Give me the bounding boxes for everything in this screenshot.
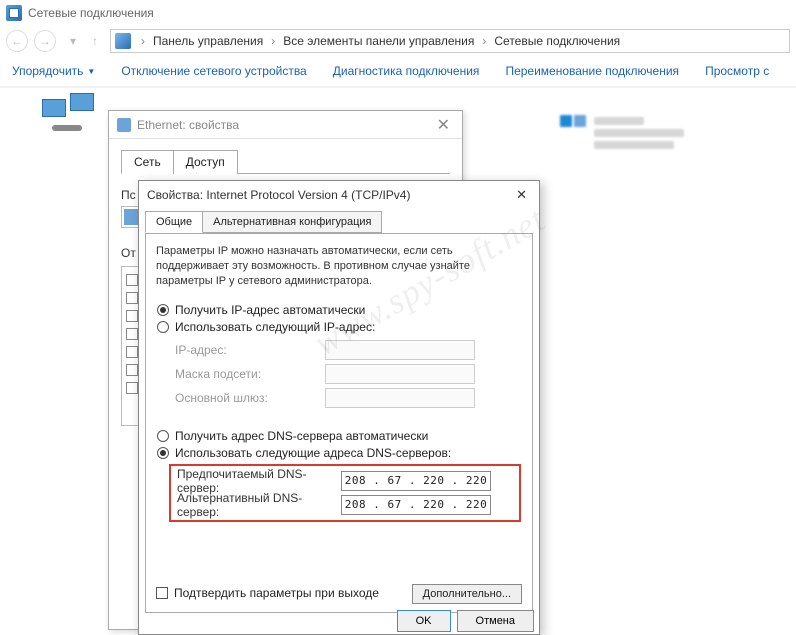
diagnose-button[interactable]: Диагностика подключения [333, 64, 480, 78]
subnet-mask-input [325, 364, 475, 384]
advanced-button[interactable]: Дополнительно... [412, 584, 522, 604]
alternate-dns-input[interactable]: 208 . 67 . 220 . 220 [341, 495, 491, 515]
alternate-dns-label: Альтернативный DNS-сервер: [177, 491, 341, 519]
gateway-label: Основной шлюз: [175, 391, 325, 405]
tab-general[interactable]: Общие [145, 211, 203, 233]
radio-dns-auto[interactable]: Получить адрес DNS-сервера автоматически [157, 429, 521, 443]
second-adapter[interactable] [560, 115, 700, 155]
radio-icon [157, 430, 169, 442]
checkbox-icon [156, 587, 168, 599]
radio-icon [157, 304, 169, 316]
explorer-toolbar: Упорядочить▼ Отключение сетевого устройс… [0, 56, 796, 88]
ethernet-icon [117, 118, 131, 132]
intro-text: Параметры IP можно назначать автоматичес… [156, 244, 522, 289]
radio-ip-manual[interactable]: Использовать следующий IP-адрес: [157, 320, 521, 334]
disable-device-button[interactable]: Отключение сетевого устройства [121, 64, 306, 78]
dns-highlight-box: Предпочитаемый DNS-сервер: 208 . 67 . 22… [169, 464, 521, 522]
forward-button[interactable]: → [34, 30, 56, 52]
crumb-net[interactable]: Сетевые подключения [492, 34, 622, 48]
address-bar[interactable]: › Панель управления › Все элементы панел… [110, 29, 790, 53]
tab-access[interactable]: Доступ [173, 150, 238, 174]
ipv4-dialog-title: Свойства: Internet Protocol Version 4 (T… [147, 188, 512, 202]
gateway-input [325, 388, 475, 408]
network-icon [6, 5, 22, 21]
up-button[interactable]: ↑ [84, 30, 106, 52]
ip-address-input [325, 340, 475, 360]
validate-on-exit-checkbox[interactable]: Подтвердить параметры при выходе [156, 586, 379, 600]
view-status-button[interactable]: Просмотр с [705, 64, 769, 78]
crumb-cp[interactable]: Панель управления [151, 34, 265, 48]
explorer-navbar: ← → ▾ ↑ › Панель управления › Все элемен… [0, 26, 796, 56]
ethernet-adapter-icon[interactable] [42, 93, 94, 133]
recent-button[interactable]: ▾ [62, 30, 84, 52]
cancel-button[interactable]: Отмена [457, 610, 534, 632]
tab-network[interactable]: Сеть [121, 150, 174, 174]
radio-dns-manual[interactable]: Использовать следующие адреса DNS-сервер… [157, 446, 521, 460]
close-button[interactable]: ✕ [512, 187, 531, 203]
ipv4-properties-dialog: Свойства: Internet Protocol Version 4 (T… [138, 180, 540, 635]
close-button[interactable]: ✕ [433, 115, 454, 135]
explorer-titlebar: Сетевые подключения [0, 0, 796, 26]
ip-address-label: IP-адрес: [175, 343, 325, 357]
radio-ip-auto[interactable]: Получить IP-адрес автоматически [157, 303, 521, 317]
tab-alt-config[interactable]: Альтернативная конфигурация [202, 211, 382, 233]
ok-button[interactable]: OK [397, 610, 451, 632]
window-title: Сетевые подключения [28, 6, 154, 20]
subnet-mask-label: Маска подсети: [175, 367, 325, 381]
radio-icon [157, 447, 169, 459]
ethernet-window-title: Ethernet: свойства [137, 118, 433, 132]
organize-button[interactable]: Упорядочить▼ [12, 64, 95, 78]
back-button[interactable]: ← [6, 30, 28, 52]
control-panel-icon [115, 33, 131, 49]
radio-icon [157, 321, 169, 333]
crumb-all[interactable]: Все элементы панели управления [281, 34, 476, 48]
preferred-dns-input[interactable]: 208 . 67 . 220 . 220 [341, 471, 491, 491]
rename-button[interactable]: Переименование подключения [505, 64, 679, 78]
